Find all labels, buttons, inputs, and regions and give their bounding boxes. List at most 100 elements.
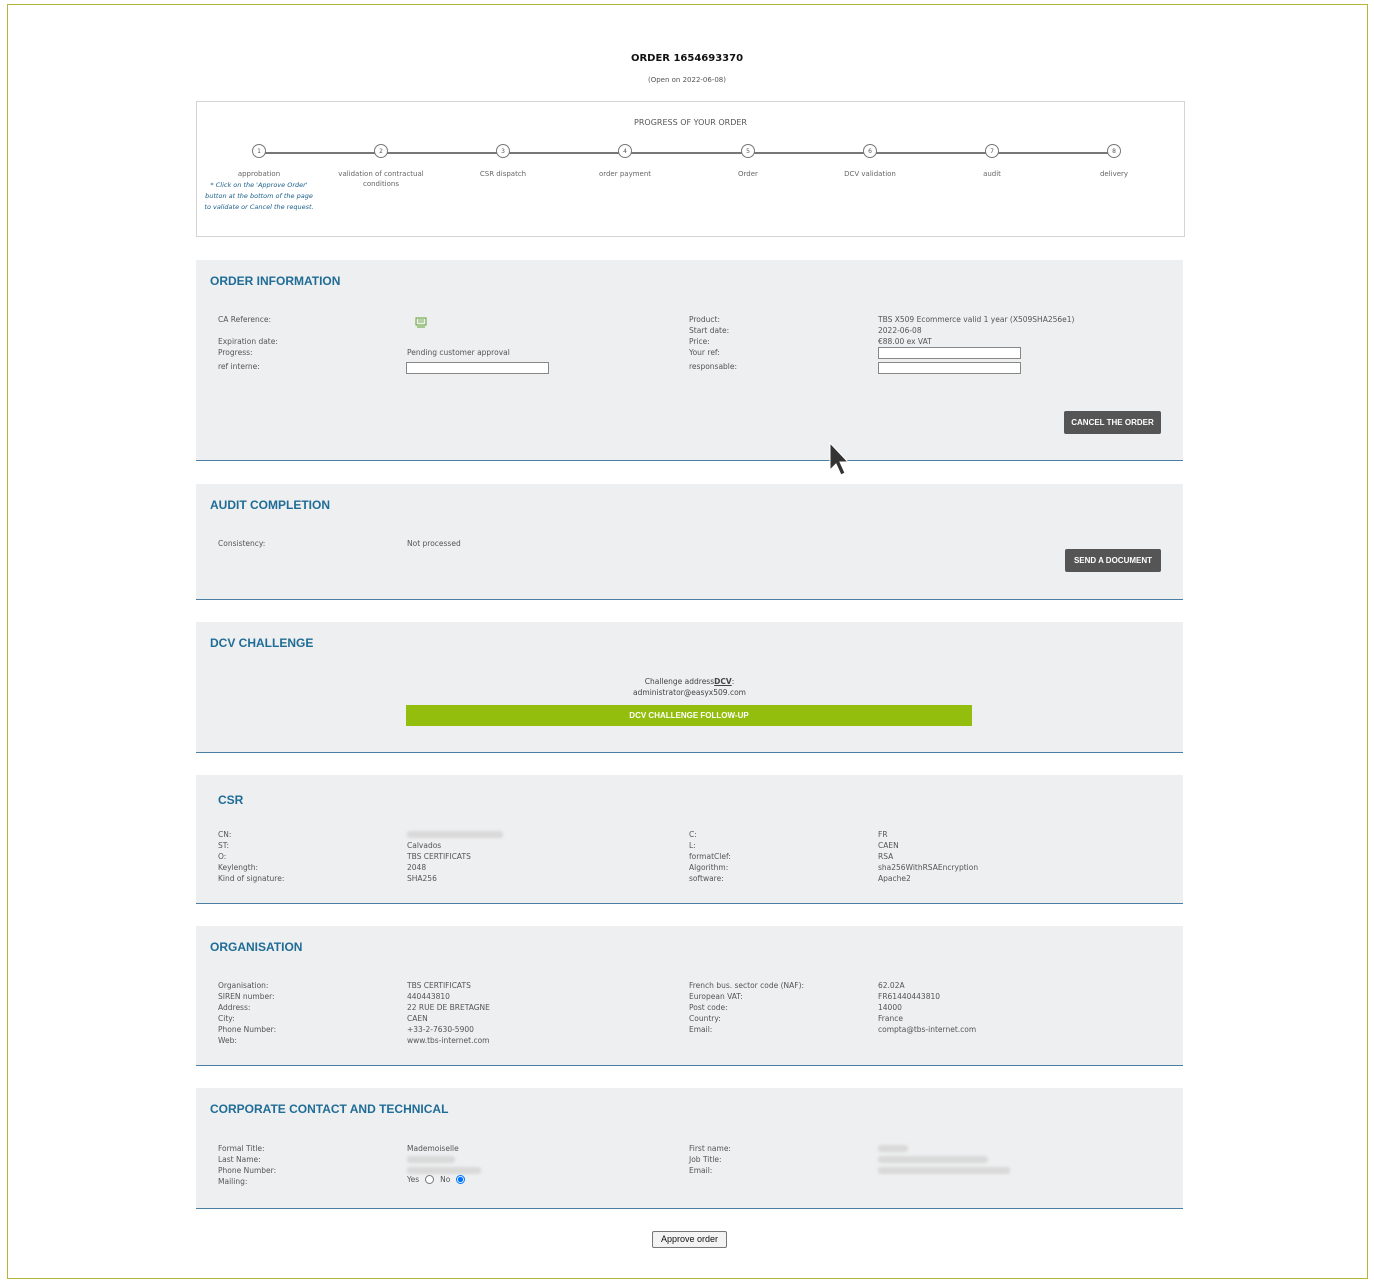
section-title: DCV CHALLENGE xyxy=(210,636,314,650)
progress-title: PROGRESS OF YOUR ORDER xyxy=(634,118,747,127)
step-4-label: order payment xyxy=(598,170,652,178)
redacted-phone xyxy=(407,1167,481,1174)
challenge-address-line: Challenge addressDCV: xyxy=(644,677,735,686)
organisation-left-label: SIREN number: xyxy=(218,992,275,1001)
organisation-left-label: Organisation: xyxy=(218,981,269,990)
organisation-right-label: European VAT: xyxy=(689,992,743,1001)
csr-left-label: Kind of signature: xyxy=(218,874,285,883)
csr-left-label: CN: xyxy=(218,830,232,839)
organisation-left-value: +33-2-7630-5900 xyxy=(407,1025,474,1034)
section-title: AUDIT COMPLETION xyxy=(210,498,330,512)
csr-right-label: software: xyxy=(689,874,724,883)
organisation-right-label: Email: xyxy=(689,1025,713,1034)
csr-right-label: Algorithm: xyxy=(689,863,729,872)
start-date-value: 2022-06-08 xyxy=(878,326,922,335)
organisation-right-value: FR61440443810 xyxy=(878,992,941,1001)
cancel-order-button[interactable]: CANCEL THE ORDER xyxy=(1064,411,1161,434)
csr-right-value: Apache2 xyxy=(878,874,911,883)
step-6-label: DCV validation xyxy=(844,170,896,178)
redacted-email xyxy=(878,1167,1010,1174)
corporate-contact-section: CORPORATE CONTACT AND TECHNICAL Formal T… xyxy=(196,1088,1183,1209)
organisation-left-value: 22 RUE DE BRETAGNE xyxy=(407,1003,490,1012)
your-ref-input[interactable] xyxy=(878,347,1021,359)
organisation-right-value: France xyxy=(878,1014,903,1023)
responsable-input[interactable] xyxy=(878,362,1021,374)
mailing-yes-label: Yes xyxy=(407,1175,420,1184)
price-value: €88.00 ex VAT xyxy=(878,337,932,346)
organisation-left-label: Phone Number: xyxy=(218,1025,277,1034)
page-title: ORDER 1654693370 xyxy=(630,53,744,64)
mailing-label: Mailing: xyxy=(218,1177,248,1186)
step-8-circle: 8 xyxy=(1107,144,1121,158)
send-document-button[interactable]: SEND A DOCUMENT xyxy=(1065,549,1161,572)
job-title-label: Job Title: xyxy=(689,1155,722,1164)
mailing-options: Yes No xyxy=(407,1175,468,1184)
csr-left-value: 2048 xyxy=(407,863,427,872)
csr-right-value: sha256WithRSAEncryption xyxy=(878,863,979,872)
responsable-label: responsable: xyxy=(689,362,738,371)
step-3-label: CSR dispatch xyxy=(479,170,527,178)
consistency-value: Not processed xyxy=(407,539,461,548)
csr-right-value: RSA xyxy=(878,852,894,861)
challenge-email: administrator@easyx509.com xyxy=(633,688,746,697)
csr-left-label: Keylength: xyxy=(218,863,259,872)
email-label: Email: xyxy=(689,1166,713,1175)
step-4-circle: 4 xyxy=(618,144,632,158)
formal-title-label: Formal Title: xyxy=(218,1144,265,1153)
step-7-circle: 7 xyxy=(985,144,999,158)
section-title: ORGANISATION xyxy=(210,940,303,954)
consistency-label: Consistency: xyxy=(218,539,266,548)
organisation-right-label: Post code: xyxy=(689,1003,728,1012)
order-information-section: ORDER INFORMATION CA Reference: Expirati… xyxy=(196,260,1183,461)
mailing-no-radio[interactable] xyxy=(456,1175,466,1184)
organisation-right-value: 62.02A xyxy=(878,981,905,990)
product-label: Product: xyxy=(689,315,721,324)
csr-right-label: L: xyxy=(689,841,696,850)
step-8-label: delivery xyxy=(1099,170,1129,178)
redacted-cn xyxy=(407,831,503,838)
formal-title-value: Mademoiselle xyxy=(407,1144,459,1153)
csr-left-label: O: xyxy=(218,852,227,861)
ref-interne-label: ref interne: xyxy=(218,362,260,371)
last-name-label: Last Name: xyxy=(218,1155,261,1164)
order-progress-panel: PROGRESS OF YOUR ORDER 1 approbation 2 vali… xyxy=(196,101,1185,237)
product-value: TBS X509 Ecommerce valid 1 year (X509SHA… xyxy=(878,315,1075,324)
step-1-circle: 1 xyxy=(252,144,266,158)
organisation-left-value: CAEN xyxy=(407,1014,428,1023)
certificate-icon[interactable] xyxy=(414,315,428,334)
organisation-right-label: Country: xyxy=(689,1014,721,1023)
progress-label: Progress: xyxy=(218,348,253,357)
progress-value: Pending customer approval xyxy=(407,348,510,357)
start-date-label: Start date: xyxy=(689,326,730,335)
csr-right-value: FR xyxy=(878,830,888,839)
organisation-section: ORGANISATION Organisation: TBS CERTIFICAT… xyxy=(196,926,1183,1066)
organisation-left-value: TBS CERTIFICATS xyxy=(407,981,471,990)
csr-right-label: C: xyxy=(689,830,697,839)
redacted-first-name xyxy=(878,1145,908,1152)
phone-label: Phone Number: xyxy=(218,1166,277,1175)
organisation-right-value: 14000 xyxy=(878,1003,902,1012)
organisation-left-value: www.tbs-internet.com xyxy=(407,1036,490,1045)
csr-section: CSR CN: ST: Calvados O: TBS CERTIFICATS Keyle… xyxy=(196,775,1183,904)
csr-right-value: CAEN xyxy=(878,841,899,850)
step-2-label: validation of contractual conditions xyxy=(338,170,424,188)
csr-right-label: formatClef: xyxy=(689,852,731,861)
mailing-yes-radio[interactable] xyxy=(425,1175,435,1184)
step-3-circle: 3 xyxy=(496,144,510,158)
step-6-circle: 6 xyxy=(863,144,877,158)
step-1-label: approbation xyxy=(237,170,281,178)
ref-interne-input[interactable] xyxy=(406,362,549,374)
step-7-label: audit xyxy=(983,170,1001,178)
dcv-followup-button[interactable]: DCV CHALLENGE FOLLOW-UP xyxy=(406,705,972,726)
organisation-right-label: French bus. sector code (NAF): xyxy=(689,981,805,990)
csr-left-label: ST: xyxy=(218,841,230,850)
organisation-left-label: City: xyxy=(218,1014,235,1023)
approve-order-button[interactable]: Approve order xyxy=(652,1231,727,1248)
ca-reference-label: CA Reference: xyxy=(218,315,272,324)
page-subtitle: (Open on 2022-06-08) xyxy=(647,76,726,84)
step-5-label: Order xyxy=(738,170,758,178)
audit-completion-section: AUDIT COMPLETION Consistency: Not proces… xyxy=(196,484,1183,600)
section-title: CORPORATE CONTACT AND TECHNICAL xyxy=(210,1102,449,1116)
organisation-left-label: Web: xyxy=(218,1036,237,1045)
mouse-cursor-icon xyxy=(829,442,850,476)
